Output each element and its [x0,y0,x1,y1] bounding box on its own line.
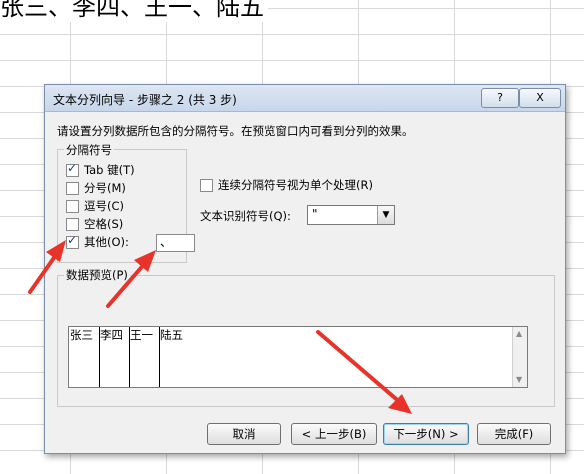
chevron-down-icon[interactable]: ▼ [377,206,394,224]
text-qualifier-value: " [312,207,318,221]
scroll-down-icon[interactable]: ▼ [516,375,522,384]
semicolon-checkbox[interactable] [66,181,79,195]
other-label: 其他(O): [84,235,129,249]
data-preview-group: 数据预览(P) 张三 李四 王一 陆五 ▲ ▼ [57,267,555,407]
title-bar: 文本分列向导 - 步骤之 2 (共 3 步) ? X [45,85,565,112]
preview-column[interactable]: 张三 [69,327,100,387]
instruction-text: 请设置分列数据所包含的分隔符号。在预览窗口内可看到分列的效果。 [57,124,414,138]
dialog-title: 文本分列向导 - 步骤之 2 (共 3 步) [53,93,237,107]
text-to-columns-dialog: 文本分列向导 - 步骤之 2 (共 3 步) ? X 请设置分列数据所包含的分隔… [44,84,566,454]
space-label: 空格(S) [84,217,124,231]
other-checkbox[interactable] [66,233,79,249]
space-checkbox[interactable] [66,217,79,231]
delimiters-group: 分隔符号 Tab 键(T) 分号(M) 逗号(C) 空格(S) 其他(O): 、 [57,142,195,263]
cancel-button[interactable]: 取消 [207,423,281,445]
scroll-up-icon[interactable]: ▲ [516,329,522,338]
cell-content[interactable]: 张三、李四、王一、陆五 [0,0,268,22]
next-button[interactable]: 下一步(N) > [383,423,469,445]
option-comma[interactable]: 逗号(C) [66,198,124,214]
back-button[interactable]: < 上一步(B) [291,423,377,445]
preview-column[interactable]: 陆五 [159,327,200,387]
tab-checkbox[interactable] [66,161,79,177]
option-semicolon[interactable]: 分号(M) [66,180,126,196]
other-delimiter-input[interactable]: 、 [156,234,195,252]
data-preview-box[interactable]: 张三 李四 王一 陆五 ▲ ▼ [68,326,528,388]
consecutive-checkbox[interactable] [200,178,213,192]
finish-button[interactable]: 完成(F) [477,423,551,445]
preview-scrollbar[interactable]: ▲ ▼ [512,327,527,387]
semicolon-label: 分号(M) [84,181,126,195]
data-preview-title: 数据预览(P) [64,267,130,283]
option-other[interactable]: 其他(O): [66,233,129,250]
preview-column[interactable]: 王一 [129,327,160,387]
text-qualifier-label: 文本识别符号(Q): [200,209,291,223]
consecutive-label: 连续分隔符号视为单个处理(R) [218,178,373,192]
option-tab[interactable]: Tab 键(T) [66,161,135,178]
help-button[interactable]: ? [481,88,519,108]
preview-column[interactable]: 李四 [99,327,130,387]
comma-label: 逗号(C) [84,199,125,213]
text-qualifier-select[interactable]: " ▼ [307,205,395,225]
tab-label: Tab 键(T) [84,163,135,177]
option-space[interactable]: 空格(S) [66,216,123,232]
consecutive-option[interactable]: 连续分隔符号视为单个处理(R) [200,177,373,193]
delimiters-title: 分隔符号 [64,142,114,158]
close-button[interactable]: X [519,88,561,108]
comma-checkbox[interactable] [66,199,79,213]
